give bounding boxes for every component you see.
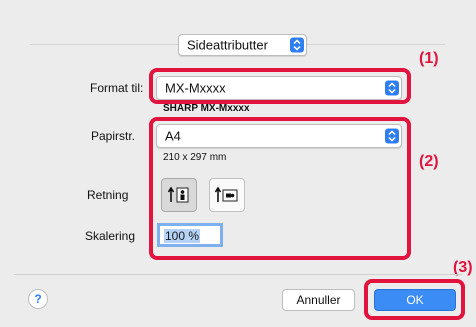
section-popup[interactable]: Sideattributter [178,34,307,56]
format-label: Format til: [90,81,144,95]
paper-label: Papirstr. [91,129,136,143]
format-subtitle: SHARP MX-Mxxxx [163,103,250,114]
callout-1: (1) [419,50,439,67]
orientation-label: Retning [87,188,129,202]
highlight-box-1 [149,68,411,104]
callout-2: (2) [419,153,439,170]
cancel-button[interactable]: Annuller [282,289,355,311]
help-button[interactable]: ? [28,289,48,309]
scale-label: Skalering [85,229,136,243]
section-popup-label: Sideattributter [187,37,268,53]
footer-separator [14,274,462,275]
help-icon: ? [34,292,42,306]
chevron-updown-icon [290,37,304,53]
print-dialog: Sideattributter Format til: MX-Mxxxx SHA… [0,0,476,327]
highlight-box-2 [149,117,411,260]
dialog-top [0,0,476,18]
ok-button[interactable]: OK [374,289,456,311]
